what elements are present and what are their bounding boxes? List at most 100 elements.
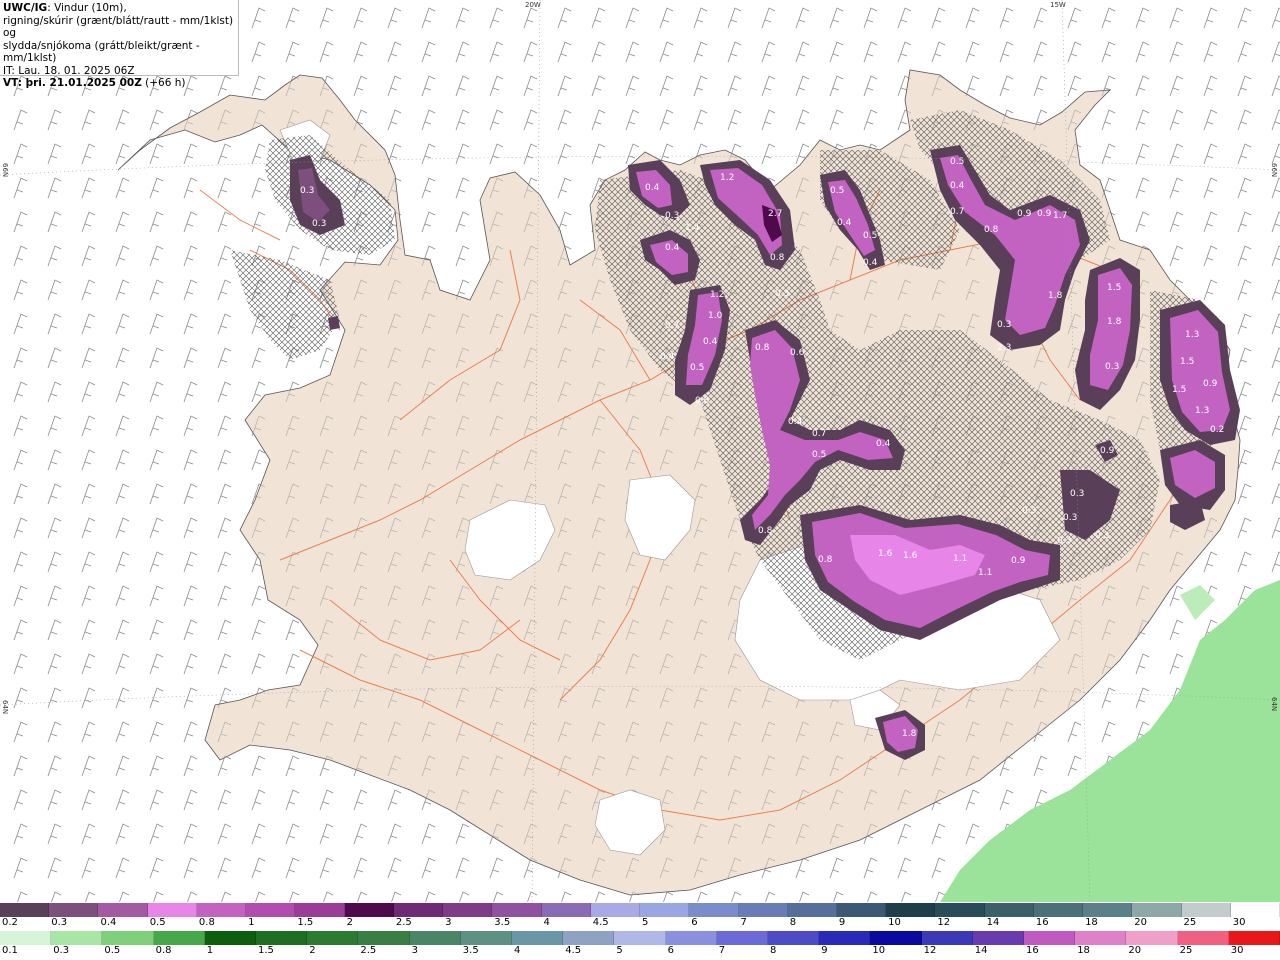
lon-label-15w: 15W	[1050, 1, 1066, 9]
scale-tick-label: 0.5	[104, 945, 121, 956]
scale-swatch	[307, 931, 359, 945]
scale-swatch	[409, 931, 461, 945]
scale-swatch	[1033, 903, 1084, 917]
precip-label: 0.3	[775, 289, 789, 299]
scale-tick-label: 2	[346, 917, 353, 928]
scale-swatch	[1228, 931, 1280, 945]
precip-label: 1.3	[1195, 406, 1209, 416]
scale-swatch	[972, 931, 1025, 945]
title-rest: : Vindur (10m),	[47, 2, 127, 14]
scale-tick-label: 20	[1128, 945, 1142, 956]
precip-label: 0.3	[1105, 362, 1119, 372]
precip-label: 1.2	[720, 173, 734, 183]
precip-label: 0.4	[863, 258, 878, 268]
scale-swatch	[153, 931, 205, 945]
precip-label: 0.5	[690, 363, 704, 373]
scale-tick-label: 4.5	[565, 945, 582, 956]
scale-swatch	[1132, 903, 1182, 917]
precip-label: 0.7	[665, 321, 679, 331]
scale-tick-label: 2.5	[395, 917, 412, 928]
scale-swatch	[246, 903, 296, 917]
scale-swatch	[49, 903, 99, 917]
precip-label: 0.4	[876, 439, 891, 449]
scale-swatch	[295, 903, 345, 917]
precip-label: 1.8	[1107, 317, 1122, 327]
scale-tick-label: 4.5	[592, 917, 609, 928]
precip-label: 0.4	[665, 243, 680, 253]
scale-swatch	[689, 903, 739, 917]
scale-swatch	[0, 931, 52, 945]
scale-tick-label: 1	[248, 917, 255, 928]
scale-swatch	[563, 931, 615, 945]
precip-label: 0.3	[997, 320, 1011, 330]
scale-tick-label: 30	[1230, 945, 1244, 956]
rain-scale-ticks: 0.1 0.3 0.5 0.8 1 1.5 2 2.5 3 3.5 4 4.5 5 6 7 8 9 10 12 14 1…	[0, 945, 1280, 959]
lat-label-64n-right: 64N	[1270, 697, 1278, 712]
title-bold: UWC/IG	[3, 2, 48, 14]
scale-tick-label: 5	[616, 945, 623, 956]
precip-label: 1.1	[953, 554, 967, 564]
precip-label: 0.4	[950, 181, 965, 191]
scale-tick-label: 25	[1179, 945, 1193, 956]
scale-tick-label: 0.8	[198, 917, 215, 928]
valid-time: VT: þri. 21.01.2025 00Z	[3, 77, 142, 89]
scale-tick-label: 0.4	[100, 917, 117, 928]
lat-label-66n-right: 66N	[1270, 163, 1278, 178]
scale-swatch	[344, 903, 394, 917]
scale-tick-label: 3	[411, 945, 418, 956]
scale-swatch	[0, 903, 50, 917]
scale-tick-label: 18	[1077, 945, 1090, 956]
scale-tick-label: 4	[543, 917, 550, 928]
scale-swatch	[665, 931, 717, 945]
precip-label: 0.3	[1095, 531, 1109, 541]
precip-label: 1.8	[1048, 291, 1063, 301]
precip-label: 0.4	[788, 417, 803, 427]
precip-label: 0.9	[1011, 556, 1026, 566]
precip-label: 0.8	[758, 526, 773, 536]
valid-time-offset: (+66 h)	[141, 77, 186, 89]
scale-tick-label: 12	[923, 945, 937, 956]
scale-tick-label: 25	[1183, 917, 1197, 928]
precip-label: 0.5	[812, 450, 826, 460]
snow-scale-ticks: 0.2 0.3 0.4 0.5 0.8 1 1.5 2 2.5 3 3.5 4 4.5 5 6 7 8 9 10 12…	[0, 917, 1280, 931]
scale-swatch	[640, 903, 690, 917]
precip-label: 1.5	[1172, 385, 1186, 395]
scale-tick-label: 0.3	[51, 917, 68, 928]
scale-swatch	[836, 903, 887, 917]
scale-tick-label: 0.2	[2, 917, 18, 928]
map-info-box: UWC/IG: Vindur (10m), rigning/skúrir (gr…	[0, 0, 239, 89]
scale-swatch	[393, 903, 444, 917]
scale-tick-label: 7	[740, 917, 747, 928]
scale-tick-label: 3.5	[494, 917, 511, 928]
scale-swatch	[984, 903, 1034, 917]
weather-map: 0.3 0.3 0.4 0.3 0.4 1.4 1.2 2.7 0.8 0.3 …	[0, 0, 1280, 902]
precip-label: 1.5	[1107, 283, 1121, 293]
precip-label: 1.6	[903, 551, 918, 561]
scale-tick-label: 14	[986, 917, 1000, 928]
scale-tick-label: 1.5	[297, 917, 314, 928]
scale-swatch	[102, 931, 154, 945]
precip-label: 0.5	[950, 157, 964, 167]
scale-swatch	[870, 931, 922, 945]
scale-swatch	[1181, 903, 1231, 917]
scale-swatch	[768, 931, 820, 945]
precip-label: 0.4	[660, 352, 675, 362]
scale-tick-label: 2	[309, 945, 316, 956]
scale-swatch	[492, 903, 542, 917]
scale-swatch	[1024, 931, 1076, 945]
precip-label: 2.3	[997, 343, 1011, 353]
scale-swatch	[98, 903, 148, 917]
scale-tick-label: 10	[872, 945, 886, 956]
lon-label-20w: 20W	[525, 1, 541, 9]
precip-label: 1.6	[878, 549, 893, 559]
precip-label: 0.2	[1210, 425, 1224, 435]
scale-swatch	[196, 903, 247, 917]
scale-swatch	[590, 903, 641, 917]
scale-swatch	[614, 931, 666, 945]
rain-color-scale	[0, 931, 1280, 945]
snow-color-scale	[0, 903, 1280, 917]
precip-label: 1.5	[1180, 357, 1194, 367]
precip-label: 0.6	[695, 396, 710, 406]
precip-label: 0.7	[950, 207, 964, 217]
scale-swatch	[51, 931, 103, 945]
